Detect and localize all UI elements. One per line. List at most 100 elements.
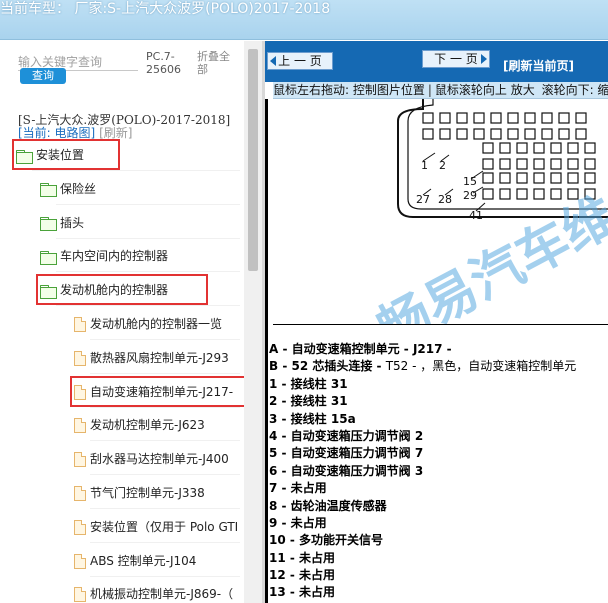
connector-pin (422, 128, 434, 140)
tree-item[interactable]: 发动机控制单元-J623 (74, 414, 205, 436)
tree-separator (32, 170, 240, 171)
arrow-left-icon (270, 56, 276, 66)
legend-text: 4 - 自动变速箱压力调节阀 2 (269, 428, 424, 443)
tree-separator (90, 508, 240, 509)
left-scrollbar[interactable] (244, 41, 262, 603)
refresh-page-link[interactable]: [刷新当前页] (503, 57, 574, 74)
tree-separator (90, 575, 240, 577)
legend-row: 8 - 齿轮油温度传感器 (269, 498, 608, 515)
connector-pin (541, 112, 553, 124)
legend-text: A - 自动变速箱控制单元 - J217 - (269, 342, 452, 356)
connector-pin (584, 172, 596, 184)
collapse-all-link[interactable]: 折叠全部 (197, 50, 237, 76)
highlight-box (12, 139, 120, 170)
connector-pin (550, 158, 562, 170)
pin-legend: A - 自动变速箱控制单元 - J217 - B - 52 芯插头连接 - T52… (269, 341, 608, 602)
connector-pin (516, 188, 528, 200)
legend-row: 13 - 未占用 (269, 584, 608, 601)
connector-pin (482, 172, 494, 184)
tree-item-label: 安装位置（仅用于 Polo GTI (90, 519, 239, 534)
scrollbar-thumb[interactable] (248, 49, 258, 271)
connector-pin (516, 142, 528, 154)
tree-item-label: 机械振动控制单元-J869-（ (90, 587, 234, 602)
right-panel: 上 一 页 下 一 页 [刷新当前页] 鼠标左右拖动: 控制图片位置 | 鼠标滚轮向… (265, 41, 608, 603)
connector-pin (507, 128, 519, 140)
prev-page-label: 上 一 页 (278, 54, 322, 68)
highlight-box (70, 375, 260, 407)
tree-item[interactable]: 安装位置（仅用于 Polo GTI (74, 516, 238, 538)
pin-label-1: 1 (421, 159, 428, 172)
tree-item-label: 发动机控制单元-J623 (90, 418, 205, 433)
document-icon (74, 587, 86, 603)
next-page-label: 下 一 页 (434, 52, 478, 66)
tree-item[interactable]: 保险丝 (40, 178, 96, 200)
tree-separator (90, 406, 240, 408)
connector-pin (524, 128, 536, 140)
legend-row: 9 - 未占用 (269, 515, 608, 532)
legend-row: 3 - 接线柱 15a (269, 411, 608, 428)
connector-pin (516, 172, 528, 184)
current-section-label: [当前: 电路图] (18, 126, 96, 140)
tree-item[interactable]: 机械振动控制单元-J869-（ (74, 583, 233, 603)
connector-pin (482, 158, 494, 170)
hint-zoom-in: 鼠标滚轮向上 放大 (434, 83, 535, 97)
tree-item[interactable]: 插头 (40, 212, 84, 234)
hint-bar: 鼠标左右拖动: 控制图片位置 | 鼠标滚轮向上 放大 滚轮向下: 缩 (273, 82, 608, 99)
tree-item[interactable]: 车内空间内的控制器 (40, 245, 168, 267)
connector-pin (422, 112, 434, 124)
tree-separator (90, 474, 240, 476)
connector-pin (584, 158, 596, 170)
legend-row: 7 - 未占用 (269, 480, 608, 497)
tree-separator (90, 372, 240, 374)
tree-item[interactable]: ABS 控制单元-J104 (74, 550, 196, 572)
tree-item[interactable]: 发动机舱内的控制器一览 (74, 313, 222, 335)
refresh-link[interactable]: [刷新] (99, 126, 132, 140)
highlight-box (36, 274, 208, 306)
connector-pin (473, 128, 485, 140)
pin-label-2: 2 (439, 159, 446, 172)
next-page-button[interactable]: 下 一 页 (422, 50, 490, 68)
tree-item-label: 车内空间内的控制器 (60, 249, 169, 264)
document-icon (74, 486, 86, 501)
connector-pin (533, 172, 545, 184)
arrow-right-icon (481, 54, 487, 64)
connector-pin (490, 128, 502, 140)
legend-text: 10 - 多功能开关信号 (269, 533, 384, 548)
prev-page-button[interactable]: 上 一 页 (267, 52, 333, 70)
legend-row: 2 - 接线柱 31 (269, 393, 608, 410)
tree-item-label: 保险丝 (60, 181, 97, 196)
connector-pin (473, 112, 485, 124)
connector-pin (550, 172, 562, 184)
legend-row: B - 52 芯插头连接 - T52 - ，黑色，自动变速箱控制单元 (269, 358, 608, 375)
document-icon (74, 317, 86, 332)
connector-pin (439, 128, 451, 140)
connector-pin (490, 112, 502, 124)
connector-pin (558, 112, 570, 124)
query-button[interactable]: 查询 (20, 68, 66, 84)
tree-item-label: ABS 控制单元-J104 (90, 553, 197, 568)
tree-separator (56, 203, 240, 205)
tree-item[interactable]: 节气门控制单元-J338 (74, 482, 205, 504)
document-icon (74, 519, 86, 535)
legend-text: 7 - 未占用 (269, 481, 327, 496)
connector-pin (550, 142, 562, 154)
left-panel: 查询 PC.7-25606 折叠全部 [S-上汽大众.波罗(POLO)-2017… (0, 41, 262, 603)
connector-pin (541, 128, 553, 140)
tree-item[interactable]: 刮水器马达控制单元-J400 (74, 448, 229, 470)
connector-pin (575, 128, 587, 140)
legend-row: 11 - 未占用 (269, 550, 608, 567)
connector-pin (456, 112, 468, 124)
connector-pin (499, 188, 511, 200)
connector-pin (533, 158, 545, 170)
legend-text: B - 52 芯插头连接 - (269, 359, 386, 374)
connector-pin (482, 188, 494, 200)
folder-icon (40, 183, 57, 198)
connector-diagram[interactable]: 1 2 15 27 28 29 41 畅易汽车维修 (273, 99, 608, 325)
connector-pin (584, 142, 596, 154)
tree-item[interactable]: 散热器风扇控制单元-J293 (74, 347, 229, 369)
tree-item-label: 插头 (60, 215, 85, 230)
tree-separator (90, 339, 240, 340)
tree-item-label: 散热器风扇控制单元-J293 (90, 350, 229, 365)
legend-text: 2 - 接线柱 31 (269, 394, 348, 409)
tree-item-label: 发动机舱内的控制器一览 (90, 317, 223, 331)
